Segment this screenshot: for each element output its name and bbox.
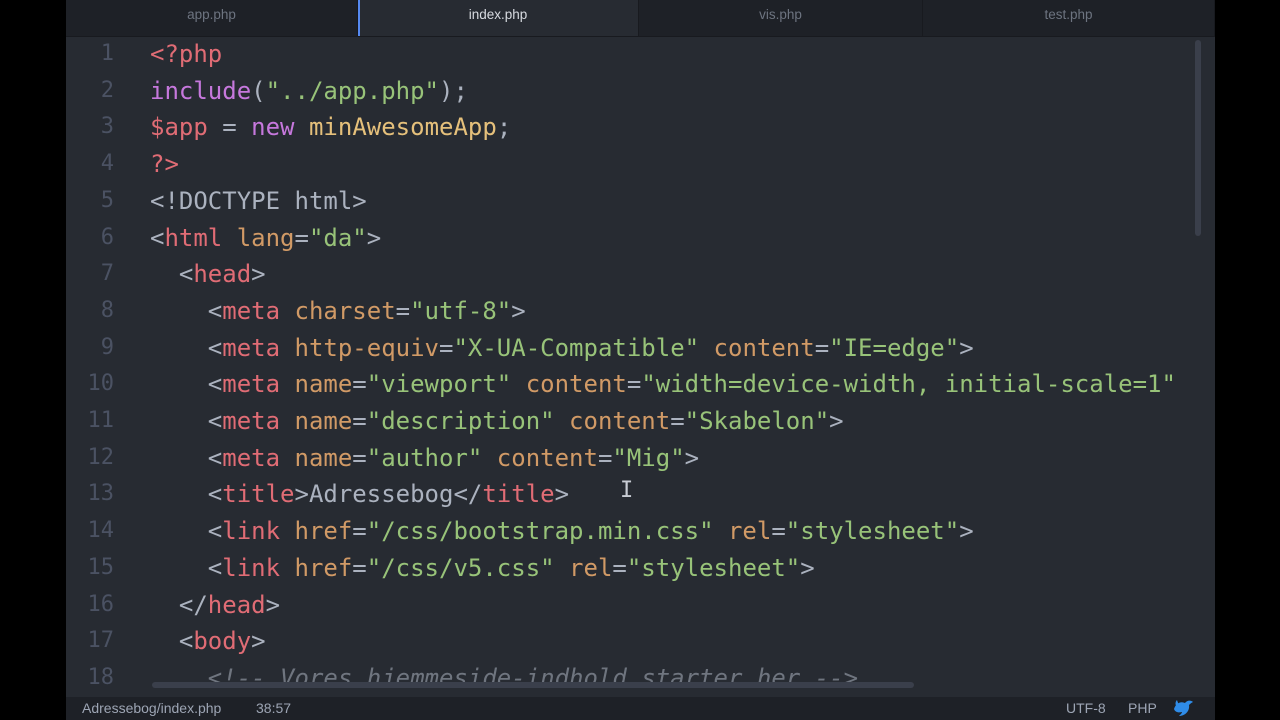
line-code: <meta name="description" content="Skabel… [150,407,844,435]
tab-test-php[interactable]: test.php [923,0,1215,36]
line-code: <!DOCTYPE html> [150,186,367,215]
line-code: <meta name="author" content="Mig"> [150,443,700,472]
line-number: 12 [87,444,115,470]
line-number: 11 [87,408,115,433]
line-code: <meta charset="utf-8"> [150,296,526,325]
line-number: 3 [100,114,114,140]
vertical-scrollbar[interactable] [1195,40,1201,236]
tab-index-php[interactable]: index.php [358,0,639,36]
tab-bar: app.php index.php vis.php test.php [66,0,1215,37]
code-line[interactable]: 8 <meta charset="utf-8"> [66,293,1215,330]
code-line[interactable]: 16 </head> [66,587,1215,624]
line-number: 1 [100,41,114,66]
line-code: <link href="/css/bootstrap.min.css" rel=… [150,517,974,546]
letterbox-right [1215,0,1280,720]
code-line[interactable]: 1 <?php [66,36,1215,73]
line-code: <meta name="viewport" content="width=dev… [150,370,1176,399]
code-line[interactable]: 3 $app = new minAwesomeApp; [66,109,1215,146]
code-line[interactable]: 14 <link href="/css/bootstrap.min.css" r… [66,513,1215,550]
line-number: 13 [87,481,115,507]
line-number: 6 [100,224,114,250]
line-code: $app = new minAwesomeApp; [150,113,512,142]
line-number: 17 [87,628,115,654]
status-encoding[interactable]: UTF-8 [1066,700,1106,716]
line-code: <html lang="da"> [150,223,382,252]
line-code: <link href="/css/v5.css" rel="stylesheet… [150,553,815,582]
line-number: 16 [87,591,115,617]
status-cursor-position[interactable]: 38:57 [256,700,291,716]
line-number: 15 [87,554,115,580]
line-number: 9 [100,334,114,360]
line-code: </head> [150,590,281,619]
code-line[interactable]: 13 <title>Adressebog</title> [66,476,1215,513]
status-file-path[interactable]: Adressebog/index.php [82,700,221,716]
line-number: 10 [87,371,115,397]
code-line[interactable]: 11 <meta name="description" content="Ska… [66,403,1215,440]
bird-icon[interactable] [1172,699,1194,718]
horizontal-scrollbar[interactable] [152,682,914,688]
tab-vis-php[interactable]: vis.php [639,0,923,36]
status-grammar[interactable]: PHP [1128,700,1157,716]
line-number: 7 [100,261,114,287]
line-code: <meta http-equiv="X-UA-Compatible" conte… [150,333,974,362]
line-code: include("../app.php"); [150,76,468,105]
line-number: 2 [100,77,114,103]
code-line[interactable]: 5 <!DOCTYPE html> [66,183,1215,220]
status-bar: Adressebog/index.php 38:57 UTF-8 PHP [66,697,1215,720]
line-code: <title>Adressebog</title> [150,480,570,509]
code-line[interactable]: 9 <meta http-equiv="X-UA-Compatible" con… [66,330,1215,367]
code-line[interactable]: 10 <meta name="viewport" content="width=… [66,366,1215,403]
code-line[interactable]: 4 ?> [66,146,1215,183]
line-code: <body> [150,627,266,656]
letterbox-left [0,0,66,720]
code-line[interactable]: 15 <link href="/css/v5.css" rel="stylesh… [66,550,1215,587]
tab-app-php[interactable]: app.php [66,0,358,36]
line-number: 18 [87,664,115,688]
code-line[interactable]: 12 <meta name="author" content="Mig"> [66,440,1215,477]
code-line[interactable]: 7 <head> [66,256,1215,293]
line-number: 5 [100,187,114,213]
line-code: ?> [150,150,179,179]
line-number: 8 [100,297,114,323]
code-area[interactable]: 1 <?php 2 include("../app.php"); 3 $app = new… [66,36,1215,688]
code-line[interactable]: 6 <html lang="da"> [66,220,1215,257]
line-code: <head> [150,260,266,289]
text-cursor-icon: I [620,478,634,503]
code-line[interactable]: 2 include("../app.php"); [66,73,1215,110]
code-editor: app.php index.php vis.php test.php 1 <?ph… [66,0,1215,720]
code-line[interactable]: 17 <body> [66,623,1215,660]
line-code: <?php [150,40,223,68]
line-number: 14 [87,518,115,544]
line-number: 4 [100,151,114,177]
